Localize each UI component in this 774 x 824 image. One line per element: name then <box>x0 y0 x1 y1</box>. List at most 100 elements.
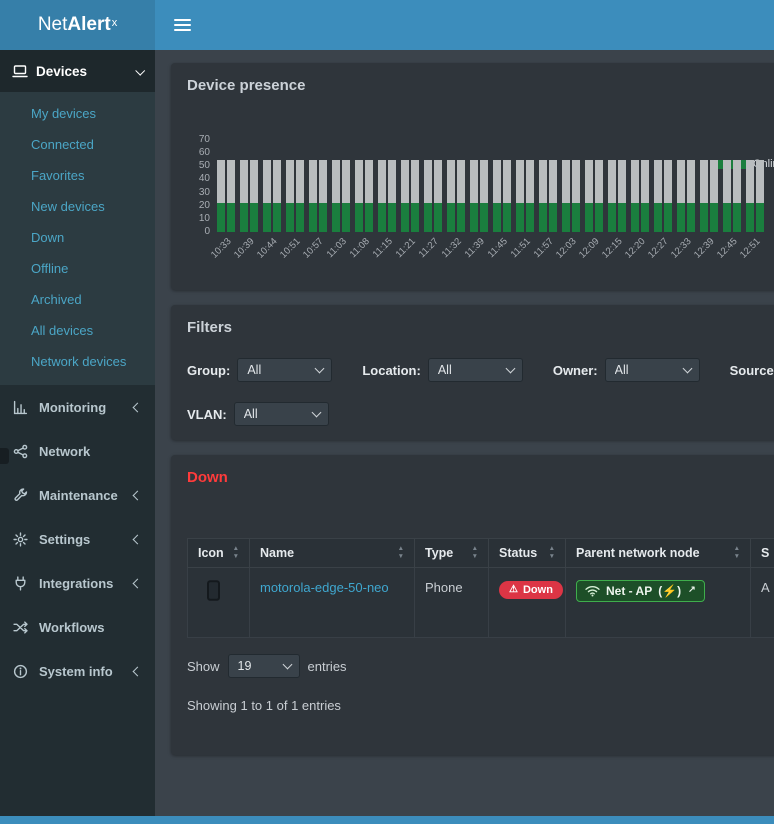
sidebar-item-down[interactable]: Down <box>0 222 155 253</box>
sidebar-item-label: Network devices <box>31 354 126 369</box>
sidebar-item-my-devices[interactable]: My devices <box>0 98 155 129</box>
source-filter: Source: <box>730 363 774 378</box>
port-icon: (⚡) <box>658 584 681 598</box>
sidebar-item-workflows[interactable]: Workflows <box>0 605 155 649</box>
sidebar-item-settings[interactable]: Settings <box>0 517 155 561</box>
sidebar-item-label: System info <box>39 664 134 679</box>
show-label: Show <box>187 659 220 674</box>
bar-group: 11:03 <box>332 140 350 232</box>
group-filter: Group: All <box>187 358 332 382</box>
chevron-left-icon <box>133 490 143 500</box>
sidebar-item-label: Workflows <box>39 620 141 635</box>
x-tick-label: 12:15 <box>600 236 625 261</box>
location-filter: Location: All <box>362 358 523 382</box>
sidebar-item-label: All devices <box>31 323 93 338</box>
sidebar-item-label: My devices <box>31 106 96 121</box>
x-tick-label: 11:39 <box>463 236 487 260</box>
column-header-label: Status <box>499 546 537 560</box>
menu-toggle-icon[interactable] <box>170 15 195 35</box>
sidebar-item-maintenance[interactable]: Maintenance <box>0 473 155 517</box>
vlan-filter-label: VLAN: <box>187 407 227 422</box>
sidebar-item-devices[interactable]: Devices <box>0 50 155 92</box>
page-size-select[interactable]: 19 <box>228 654 300 678</box>
parent-node-label: Net - AP <box>606 584 652 598</box>
filters-panel: Filters Group: All Location: All Owner: … <box>171 305 774 440</box>
x-tick-label: 11:08 <box>348 236 372 260</box>
x-tick-label: 12:20 <box>623 236 648 261</box>
column-header-name[interactable]: Name▲▼ <box>250 539 415 568</box>
column-header-s[interactable]: S▲▼ <box>751 539 774 568</box>
cell-icon <box>188 568 250 638</box>
column-header-label: Icon <box>198 546 224 560</box>
warning-icon: ⚠ <box>509 585 518 595</box>
main-content: Device presence Online 010203040506070 1… <box>155 50 774 816</box>
y-tick-label: 50 <box>199 161 210 171</box>
device-name-link[interactable]: motorola-edge-50-neo <box>260 580 389 595</box>
x-tick-label: 11:27 <box>417 236 441 260</box>
owner-filter-label: Owner: <box>553 363 598 378</box>
column-header-type[interactable]: Type▲▼ <box>415 539 489 568</box>
wrench-icon <box>13 488 30 503</box>
presence-chart-bars: 10:33 10:39 10:44 10:51 10:57 11:03 11:08 11:15… <box>217 140 769 232</box>
sidebar-item-favorites[interactable]: Favorites <box>0 160 155 191</box>
logo-text-bold: Alert <box>67 14 110 36</box>
sidebar-item-new-devices[interactable]: New devices <box>0 191 155 222</box>
app-body: Devices My devices ConnectedFavoritesNew … <box>0 50 774 816</box>
x-tick-label: 12:51 <box>738 236 763 261</box>
app-logo[interactable]: NetAlertx <box>0 0 155 50</box>
sidebar-item-system-info[interactable]: System info <box>0 649 155 693</box>
table-length-control: Show 19 entries <box>187 654 774 678</box>
column-header-parent-network-node[interactable]: Parent network node▲▼ <box>566 539 751 568</box>
sidebar-item-offline[interactable]: Offline <box>0 253 155 284</box>
group-filter-select[interactable]: All <box>237 358 332 382</box>
column-header-icon[interactable]: Icon▲▼ <box>188 539 250 568</box>
x-tick-label: 11:57 <box>532 236 556 260</box>
sidebar-item-label: Network <box>39 444 141 459</box>
sidebar-item-network-devices[interactable]: Network devices <box>0 346 155 377</box>
column-header-status[interactable]: Status ▲▼ <box>489 539 566 568</box>
bar-group: 10:39 <box>240 140 258 232</box>
owner-filter-select[interactable]: All <box>605 358 700 382</box>
sidebar-item-label: Down <box>31 230 64 245</box>
bar-group: 10:57 <box>309 140 327 232</box>
vlan-filter: VLAN: All <box>187 402 329 426</box>
sidebar-item-network[interactable]: Network <box>0 429 155 473</box>
sidebar-item-all-devices[interactable]: All devices <box>0 315 155 346</box>
x-tick-label: 11:45 <box>486 236 510 260</box>
panel-title-filters: Filters <box>187 319 774 336</box>
logo-text: Net <box>38 14 68 36</box>
bar-group: 10:44 <box>263 140 281 232</box>
bar-group: 11:08 <box>355 140 373 232</box>
sort-icon: ▲▼ <box>734 546 740 560</box>
sidebar-item-connected[interactable]: Connected <box>0 129 155 160</box>
bar-group: 11:21 <box>401 140 419 232</box>
sidebar-item-label: Settings <box>39 532 134 547</box>
location-filter-select[interactable]: All <box>428 358 523 382</box>
parent-node-badge[interactable]: Net - AP (⚡) ↗ <box>576 580 705 602</box>
x-tick-label: 10:33 <box>209 236 234 261</box>
vlan-filter-select[interactable]: All <box>234 402 329 426</box>
x-tick-label: 11:15 <box>371 236 395 260</box>
group-filter-label: Group: <box>187 363 230 378</box>
chart-y-axis: 010203040506070 <box>187 140 217 232</box>
footer-bar <box>0 816 774 824</box>
bar-group: 11:15 <box>378 140 396 232</box>
sort-icon: ▲▼ <box>549 546 555 560</box>
gear-icon <box>13 532 30 547</box>
bar-group: 12:03 <box>562 140 580 232</box>
sidebar-handle[interactable] <box>0 448 9 464</box>
bar-group: 10:33 <box>217 140 235 232</box>
sidebar-item-monitoring[interactable]: Monitoring <box>0 385 155 429</box>
bar-group: 12:09 <box>585 140 603 232</box>
y-tick-label: 20 <box>199 201 210 211</box>
y-tick-label: 70 <box>199 135 210 145</box>
bar-group: 10:51 <box>286 140 304 232</box>
sidebar-item-label: Integrations <box>39 576 134 591</box>
top-navbar <box>155 0 774 50</box>
sidebar-item-archived[interactable]: Archived <box>0 284 155 315</box>
sidebar-item-integrations[interactable]: Integrations <box>0 561 155 605</box>
sidebar-item-label: Maintenance <box>39 488 134 503</box>
bar-group: 11:57 <box>539 140 557 232</box>
sidebar-item-label: Devices <box>36 64 136 79</box>
chevron-left-icon <box>133 534 143 544</box>
